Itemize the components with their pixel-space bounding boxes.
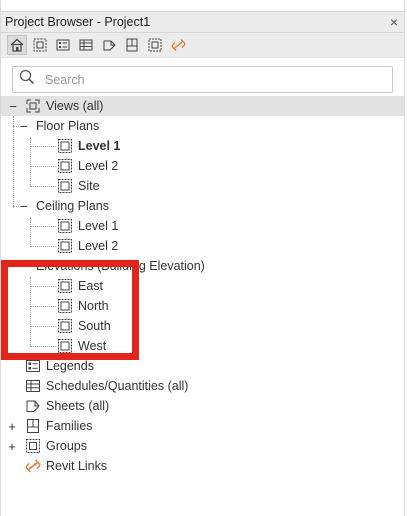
legend-icon[interactable] (53, 35, 73, 55)
tree-item-view[interactable]: Site (56, 176, 100, 196)
family-icon (24, 417, 42, 435)
link-icon (24, 457, 42, 475)
search-icon (19, 69, 35, 90)
tree-item-view[interactable]: Level 2 (56, 156, 118, 176)
ceiling-plan-icon (56, 237, 74, 255)
search-box (12, 66, 393, 93)
tree-item-label: Schedules/Quantities (all) (46, 379, 189, 393)
search-wrapper (1, 58, 404, 100)
highlight-annotation-box (1, 260, 139, 360)
tree-item-label: Level 2 (78, 159, 119, 173)
tree-item-label: Ceiling Plans (36, 199, 109, 213)
view-icon (24, 97, 42, 115)
collapse-toggle[interactable]: − (18, 199, 30, 214)
tree-connector (30, 246, 56, 247)
collapse-toggle[interactable]: − (7, 99, 19, 114)
tree-item-views[interactable]: − Views (all) (1, 96, 404, 116)
tree-connector (30, 217, 31, 247)
view-icon[interactable] (30, 35, 50, 55)
sheet-icon (24, 397, 42, 415)
tree-item-floor-plans[interactable]: − Floor Plans (18, 116, 99, 136)
tree-item-label: Families (46, 419, 93, 433)
tree-item-view[interactable]: Level 1 (56, 216, 118, 236)
tree-item-families[interactable]: + Families (6, 416, 93, 436)
link-icon[interactable] (168, 35, 188, 55)
group-icon[interactable] (145, 35, 165, 55)
tree-connector (13, 116, 14, 208)
tree-item-view[interactable]: Level 2 (56, 236, 118, 256)
tree-item-view[interactable]: Level 1 (56, 136, 120, 156)
floor-plan-icon (56, 177, 74, 195)
tree-item-ceiling-plans[interactable]: − Ceiling Plans (18, 196, 109, 216)
tree-item-label: Revit Links (46, 459, 108, 473)
tree-item-label: Views (all) (46, 99, 104, 113)
tree-connector (30, 166, 56, 167)
tree-item-label: Floor Plans (36, 119, 100, 133)
tree-connector (30, 137, 31, 187)
title-bar: Project Browser - Project1 × (1, 11, 404, 33)
tree-connector (30, 226, 56, 227)
schedule-icon[interactable] (76, 35, 96, 55)
window-title: Project Browser - Project1 (5, 15, 151, 29)
top-gap (1, 0, 404, 11)
tree-item-label: Sheets (all) (46, 399, 110, 413)
tree-item-label: Level 1 (78, 139, 121, 153)
tree-item-sheets[interactable]: Sheets (all) (24, 396, 109, 416)
tree-item-label: Level 1 (78, 219, 119, 233)
group-icon (24, 437, 42, 455)
tree-connector (30, 186, 56, 187)
schedule-icon (24, 377, 42, 395)
tree-connector (30, 146, 56, 147)
search-input[interactable] (43, 71, 347, 88)
tree-item-label: Groups (46, 439, 87, 453)
toolbar (1, 33, 404, 58)
floor-plan-icon (56, 157, 74, 175)
tree-item-label: Site (78, 179, 100, 193)
collapse-toggle[interactable]: − (18, 119, 30, 134)
sheet-icon[interactable] (99, 35, 119, 55)
home-icon[interactable] (7, 35, 27, 55)
tree-item-label: Level 2 (78, 239, 119, 253)
tree-item-groups[interactable]: + Groups (6, 436, 87, 456)
floor-plan-icon (56, 137, 74, 155)
close-icon[interactable]: × (390, 15, 398, 29)
tree-item-schedules[interactable]: Schedules/Quantities (all) (24, 376, 188, 396)
family-icon[interactable] (122, 35, 142, 55)
ceiling-plan-icon (56, 217, 74, 235)
expand-toggle[interactable]: + (6, 419, 18, 434)
tree-item-label: Legends (46, 359, 94, 373)
expand-toggle[interactable]: + (6, 439, 18, 454)
tree-item-revit-links[interactable]: Revit Links (24, 456, 107, 476)
